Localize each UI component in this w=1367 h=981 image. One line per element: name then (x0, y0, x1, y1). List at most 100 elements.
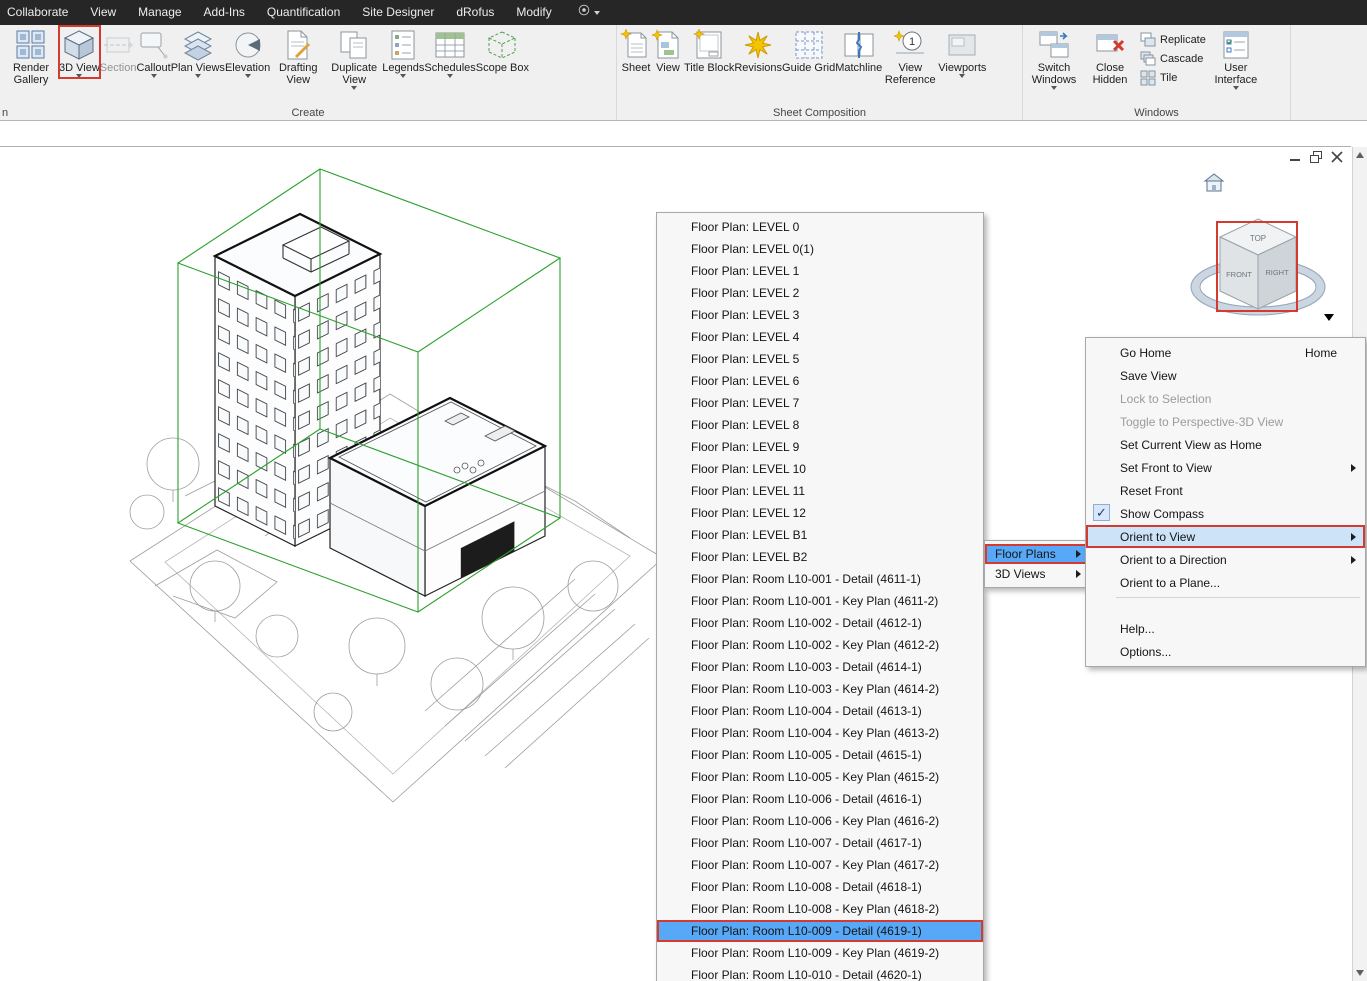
floor-plan-menu-item[interactable]: ✓ Floor Plan: LEVEL 9 (657, 436, 983, 458)
viewcube-home-icon[interactable] (1205, 174, 1223, 191)
floor-plan-menu-item[interactable]: ✓ Floor Plan: Room L10-004 - Detail (461… (657, 700, 983, 722)
ribbon-tab[interactable]: Modify (505, 0, 562, 25)
drawing-area[interactable]: TOP FRONT RIGHT ✓ Floor Plan: LEVEL 0 ✓ … (0, 121, 1367, 981)
view-reference-button[interactable]: 1 View Reference (882, 26, 938, 86)
context-menu-item[interactable]: ✓ (1086, 594, 1365, 617)
submenu-item[interactable]: ✓ Floor Plans (985, 544, 1087, 564)
viewcube-cube[interactable]: TOP FRONT RIGHT (1220, 219, 1296, 309)
floor-plan-menu-item[interactable]: ✓ Floor Plan: LEVEL 7 (657, 392, 983, 414)
floor-plan-menu-item[interactable]: ✓ Floor Plan: LEVEL 11 (657, 480, 983, 502)
section-button[interactable]: Section (100, 26, 137, 74)
floor-plan-menu-item[interactable]: ✓ Floor Plan: LEVEL 5 (657, 348, 983, 370)
floor-plan-menu-item[interactable]: ✓ Floor Plan: Room L10-003 - Detail (461… (657, 656, 983, 678)
context-menu-item[interactable]: ✓ Set Front to View (1086, 456, 1365, 479)
user-interface-button[interactable]: User Interface (1208, 26, 1264, 90)
scope-box-button[interactable]: Scope Box (476, 26, 529, 74)
replicate-button[interactable]: Replicate (1138, 30, 1208, 49)
tile-button[interactable]: Tile (1138, 68, 1179, 87)
ribbon-tab[interactable]: Manage (127, 0, 192, 25)
context-menu-item[interactable]: ✓ Reset Front (1086, 479, 1365, 502)
floor-plan-menu-item[interactable]: ✓ Floor Plan: Room L10-010 - Detail (462… (657, 964, 983, 981)
drafting-view-icon (282, 29, 314, 61)
context-menu-item[interactable]: ✓ Orient to a Direction (1086, 548, 1365, 571)
floor-plan-menu-item[interactable]: ✓ Floor Plan: Room L10-001 - Key Plan (4… (657, 590, 983, 612)
floor-plan-menu-item[interactable]: ✓ Floor Plan: Room L10-004 - Key Plan (4… (657, 722, 983, 744)
floor-plan-menu-item[interactable]: ✓ Floor Plan: LEVEL B1 (657, 524, 983, 546)
plan-views-button[interactable]: Plan Views (171, 26, 225, 78)
floor-plan-menu-item[interactable]: ✓ Floor Plan: Room L10-002 - Detail (461… (657, 612, 983, 634)
floor-plan-menu-item[interactable]: ✓ Floor Plan: Room L10-009 - Detail (461… (657, 920, 983, 942)
view-reference-icon: 1 (894, 29, 926, 61)
floor-plan-menu-item[interactable]: ✓ Floor Plan: Room L10-007 - Key Plan (4… (657, 854, 983, 876)
viewcube-menu-caret-icon[interactable] (1324, 314, 1334, 321)
context-menu-item[interactable]: ✓ Help... (1086, 617, 1365, 640)
ribbon-tab[interactable]: Site Designer (351, 0, 445, 25)
context-menu-item[interactable]: ✓ Go Home Home (1086, 341, 1365, 364)
context-menu-item[interactable]: ✓ Options... (1086, 640, 1365, 663)
floor-plan-menu-item[interactable]: ✓ Floor Plan: LEVEL 0(1) (657, 238, 983, 260)
viewports-button[interactable]: Viewports (938, 26, 986, 78)
guide-grid-button[interactable]: Guide Grid (782, 26, 835, 74)
matchline-button[interactable]: Matchline (835, 26, 882, 74)
floor-plan-menu-item[interactable]: ✓ Floor Plan: Room L10-009 - Key Plan (4… (657, 942, 983, 964)
3d-view-button[interactable]: 3D View (59, 26, 100, 78)
drafting-view-button[interactable]: Drafting View (270, 26, 326, 86)
panel-label-sheet-composition[interactable]: Sheet Composition (617, 107, 1022, 119)
scroll-down-icon[interactable] (1356, 970, 1364, 976)
switch-windows-button[interactable]: Switch Windows (1026, 26, 1082, 90)
scroll-up-icon[interactable] (1356, 152, 1364, 158)
floor-plan-menu-item[interactable]: ✓ Floor Plan: LEVEL 4 (657, 326, 983, 348)
ribbon-tab[interactable]: dRofus (445, 0, 505, 25)
title-block-button[interactable]: Title Block (684, 26, 734, 74)
floor-plan-menu-item[interactable]: ✓ Floor Plan: LEVEL 12 (657, 502, 983, 524)
minimize-view-button[interactable] (1289, 151, 1301, 163)
floor-plan-menu-item[interactable]: ✓ Floor Plan: Room L10-007 - Detail (461… (657, 832, 983, 854)
floor-plan-menu-item[interactable]: ✓ Floor Plan: Room L10-008 - Detail (461… (657, 876, 983, 898)
floor-plan-menu-item[interactable]: ✓ Floor Plan: Room L10-005 - Key Plan (4… (657, 766, 983, 788)
context-menu-item[interactable]: ✓ Show Compass (1086, 502, 1365, 525)
panel-label-create[interactable]: Create (0, 107, 616, 119)
context-menu-item[interactable]: ✓ Set Current View as Home (1086, 433, 1365, 456)
elevation-button[interactable]: Elevation (225, 26, 270, 78)
ribbon-display-toggle[interactable] (577, 3, 600, 22)
context-menu-item[interactable]: ✓ Save View (1086, 364, 1365, 387)
context-menu-item[interactable]: ✓ Lock to Selection (1086, 387, 1365, 410)
floor-plan-menu-item[interactable]: ✓ Floor Plan: Room L10-006 - Key Plan (4… (657, 810, 983, 832)
floor-plan-menu-item[interactable]: ✓ Floor Plan: Room L10-005 - Detail (461… (657, 744, 983, 766)
context-menu-item[interactable]: ✓ Orient to a Plane... (1086, 571, 1365, 594)
floor-plan-menu-item[interactable]: ✓ Floor Plan: LEVEL 0 (657, 216, 983, 238)
floor-plan-menu-item[interactable]: ✓ Floor Plan: Room L10-001 - Detail (461… (657, 568, 983, 590)
floor-plan-menu-item[interactable]: ✓ Floor Plan: Room L10-002 - Key Plan (4… (657, 634, 983, 656)
callout-button[interactable]: Callout (136, 26, 170, 78)
render-gallery-button[interactable]: Render Gallery (3, 26, 59, 86)
panel-label-windows[interactable]: Windows (1023, 107, 1290, 119)
cascade-button[interactable]: Cascade (1138, 49, 1205, 68)
viewcube[interactable]: TOP FRONT RIGHT (1190, 159, 1345, 344)
floor-plan-menu-item[interactable]: ✓ Floor Plan: Room L10-003 - Key Plan (4… (657, 678, 983, 700)
context-menu-item[interactable]: ✓ Toggle to Perspective-3D View (1086, 410, 1365, 433)
view-button[interactable]: View (652, 26, 684, 74)
ribbon-tab[interactable]: Quantification (256, 0, 351, 25)
floor-plan-menu-item[interactable]: ✓ Floor Plan: LEVEL 10 (657, 458, 983, 480)
close-view-button[interactable] (1331, 151, 1343, 163)
submenu-item[interactable]: ✓ 3D Views (985, 564, 1087, 584)
ribbon-tab[interactable]: Add-Ins (193, 0, 256, 25)
legends-button[interactable]: Legends (382, 26, 424, 78)
floor-plan-menu-item[interactable]: ✓ Floor Plan: Room L10-006 - Detail (461… (657, 788, 983, 810)
floor-plan-menu-item[interactable]: ✓ Floor Plan: LEVEL 3 (657, 304, 983, 326)
restore-view-button[interactable] (1310, 151, 1322, 163)
ribbon-tab[interactable]: View (79, 0, 127, 25)
revisions-button[interactable]: Revisions (734, 26, 782, 74)
context-menu-item[interactable]: ✓ Orient to View (1086, 525, 1365, 548)
schedules-button[interactable]: Schedules (424, 26, 475, 78)
floor-plan-menu-item[interactable]: ✓ Floor Plan: LEVEL 8 (657, 414, 983, 436)
floor-plan-menu-item[interactable]: ✓ Floor Plan: Room L10-008 - Key Plan (4… (657, 898, 983, 920)
close-hidden-button[interactable]: Close Hidden (1082, 26, 1138, 86)
floor-plan-menu-item[interactable]: ✓ Floor Plan: LEVEL 1 (657, 260, 983, 282)
floor-plan-menu-item[interactable]: ✓ Floor Plan: LEVEL 2 (657, 282, 983, 304)
floor-plan-menu-item[interactable]: ✓ Floor Plan: LEVEL B2 (657, 546, 983, 568)
duplicate-view-button[interactable]: Duplicate View (326, 26, 382, 90)
sheet-button[interactable]: Sheet (620, 26, 652, 74)
floor-plan-menu-item[interactable]: ✓ Floor Plan: LEVEL 6 (657, 370, 983, 392)
ribbon-tab[interactable]: Collaborate (0, 0, 79, 25)
